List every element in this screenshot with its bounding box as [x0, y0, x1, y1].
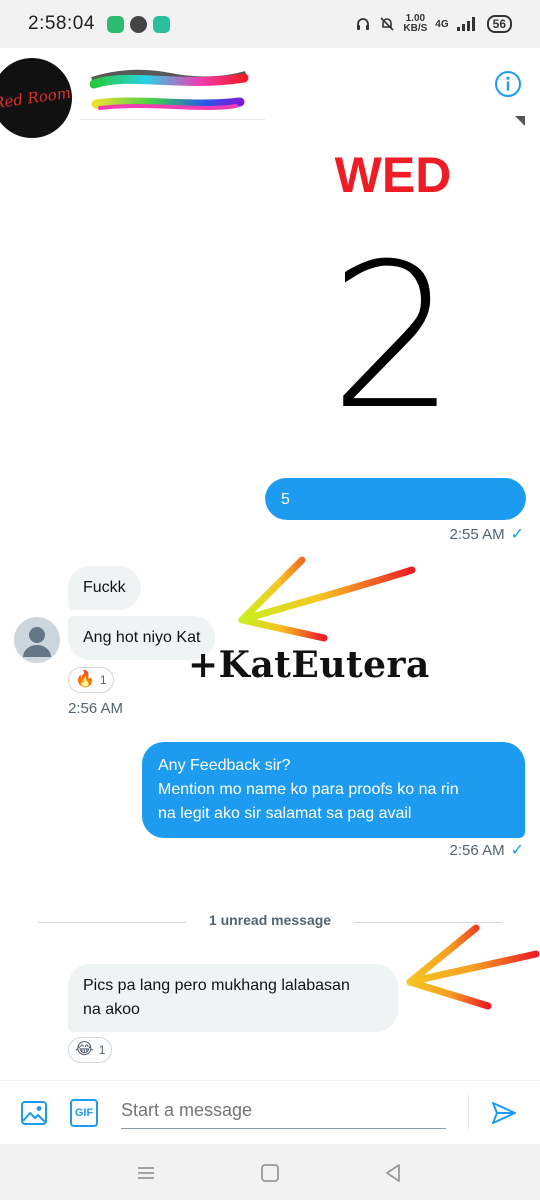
header-divider [80, 119, 268, 120]
redacted-name-scribble [90, 69, 249, 110]
message-line: Pics pa lang pero mukhang lalabasan [83, 977, 350, 994]
received-message-bubble[interactable]: Fuckk [68, 566, 141, 610]
message-app-icon [152, 15, 170, 33]
info-icon[interactable] [494, 70, 522, 98]
chat-header: Red Room [0, 48, 540, 138]
unread-divider-line [354, 922, 502, 923]
laughing-emoji-icon: 😂 [75, 1041, 94, 1058]
gif-button[interactable]: GIF [70, 1099, 98, 1127]
headphones-icon [357, 18, 370, 30]
composer-divider [468, 1095, 469, 1129]
battery-indicator: 56 [486, 15, 512, 33]
reaction-badge[interactable]: 😂 1 [68, 1037, 113, 1063]
watermark-text: +KatEutera [188, 644, 430, 686]
menu-nav-icon[interactable] [135, 1162, 157, 1184]
timestamp-text: 2:55 AM [449, 525, 505, 543]
system-nav-bar [0, 1144, 540, 1200]
status-indicators: 1.00 KB/S 4G 56 [355, 14, 512, 34]
signal-icon [456, 17, 475, 31]
highlight-arrow-icon [238, 556, 416, 642]
seen-check-icon: ✓ [510, 526, 524, 543]
message-line: Any Feedback sir? [158, 757, 291, 774]
status-bar: 2:58:04 1.00 KB/S 4G 56 [0, 0, 540, 48]
send-icon[interactable] [490, 1099, 518, 1127]
profile-avatar[interactable]: Red Room [0, 58, 72, 138]
sent-image-caption: 5 [265, 478, 526, 520]
sent-image: WED 2 [265, 112, 526, 485]
received-message-bubble[interactable]: Pics pa lang pero mukhang lalabasan na a… [68, 964, 398, 1032]
message-text: Fuckk [83, 579, 126, 596]
timestamp-text: 2:56 AM [68, 700, 124, 717]
timestamp-text: 2:56 AM [449, 841, 505, 859]
reaction-count: 1 [98, 1043, 106, 1057]
unread-divider-line [38, 922, 186, 923]
message-line: Mention mo name ko para proofs ko na rin [158, 781, 459, 798]
mute-bell-icon [380, 17, 394, 31]
chat-app-icon [106, 15, 124, 33]
sender-avatar[interactable] [14, 617, 60, 663]
sent-message-bubble[interactable]: Any Feedback sir? Mention mo name ko par… [142, 742, 525, 838]
message-line: na akoo [83, 1001, 140, 1018]
message-line: na legit ako sir salamat sa pag avail [158, 805, 412, 822]
network-type: 4G [435, 18, 449, 30]
fire-emoji-icon: 🔥 [75, 671, 95, 688]
default-avatar-icon [23, 627, 51, 657]
timestamp: 2:56 AM ✓ [450, 840, 524, 860]
back-nav-icon[interactable] [382, 1162, 404, 1184]
status-time: 2:58:04 [28, 13, 95, 34]
sent-image-message[interactable]: WED 2 5 [265, 112, 526, 520]
message-input[interactable] [121, 1093, 446, 1129]
reaction-badge[interactable]: 🔥 1 [68, 667, 114, 693]
image-day-text: WED [334, 147, 452, 203]
reaction-count: 1 [99, 673, 107, 687]
status-app-icons [106, 15, 170, 33]
message-text: Ang hot niyo Kat [83, 629, 201, 646]
net-speed-unit: KB/S [403, 23, 428, 34]
net-speed: 1.00 KB/S [403, 14, 427, 34]
message-composer: GIF [0, 1080, 540, 1144]
messenger-icon [129, 15, 147, 33]
image-attach-icon[interactable] [20, 1099, 48, 1127]
home-nav-icon[interactable] [259, 1162, 281, 1184]
gif-label: GIF [74, 1107, 94, 1119]
timestamp: 2:55 AM ✓ [450, 524, 524, 544]
highlight-arrow-icon [406, 924, 540, 1010]
timestamp: 2:56 AM [68, 700, 123, 717]
seen-check-icon: ✓ [510, 842, 524, 859]
image-number-text: 2 [329, 221, 457, 454]
unread-divider-label: 1 unread message [208, 912, 332, 928]
image-corner-mark [515, 116, 525, 126]
profile-brand-text: Red Room [0, 83, 72, 113]
